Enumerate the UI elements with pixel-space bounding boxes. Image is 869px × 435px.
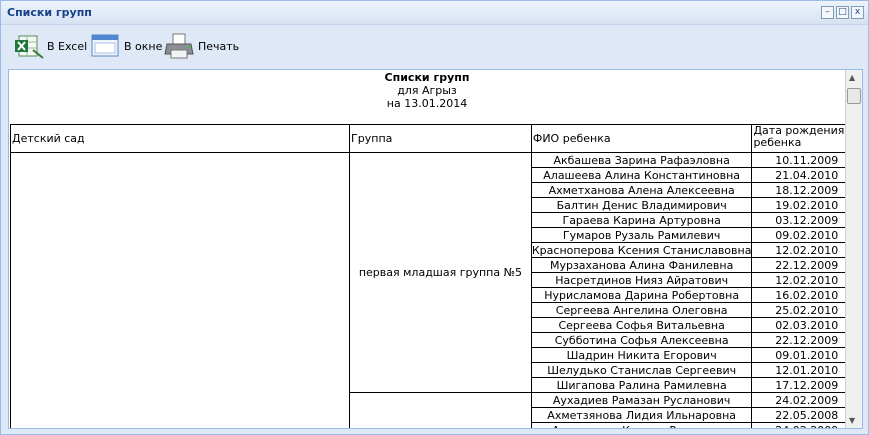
child-name-cell: Гараева Карина Артуровна (530, 212, 753, 228)
scroll-down-arrow-icon[interactable]: ▼ (849, 416, 855, 425)
export-excel-label: В Excel (47, 39, 88, 53)
child-name-cell: Ахметханова Алена Алексеевна (530, 182, 753, 198)
child-name-cell: Насретдинов Нияз Айратович (530, 272, 753, 288)
close-button[interactable]: x (851, 6, 864, 19)
window-title: Списки групп (7, 6, 92, 19)
report-viewport: Списки групп для Агрыз на 13.01.2014 Дет… (8, 69, 863, 429)
toolbar: В Excel В окне Печать (1, 26, 868, 66)
window-icon (90, 32, 122, 60)
child-name-cell: Красноперова Ксения Станиславовна (530, 242, 753, 258)
child-name-cell: Нурисламова Дарина Робертовна (530, 287, 753, 303)
table-body: первая младшая группа №5 Акбашева Зарина … (9, 152, 862, 428)
excel-icon (13, 32, 45, 60)
child-name-cell: Алашеева Алина Константиновна (530, 167, 753, 183)
vertical-scrollbar[interactable]: ▲ ▼ (845, 70, 862, 428)
child-name-cell: Шелудько Станислав Сергеевич (530, 362, 753, 378)
kindergarten-cell (9, 152, 351, 428)
report-title: Списки групп (384, 71, 470, 84)
minimize-button[interactable]: – (821, 6, 834, 19)
child-name-cell: Сергеева Софья Витальевна (530, 317, 753, 333)
report-subtitle: для Агрыз (397, 84, 457, 97)
child-name-cell: Шадрин Никита Егорович (530, 347, 753, 363)
child-name-cell: Мурзаханова Алина Фанилевна (530, 257, 753, 273)
print-label: Печать (198, 39, 240, 53)
groups-list-window: Списки групп – □ x В Excel В окне Печать… (0, 0, 869, 435)
scrollbar-thumb[interactable] (847, 88, 861, 104)
window-controls: – □ x (821, 6, 864, 19)
groups-table: Детский сад Группа ФИО ребенка Дата рожд… (9, 124, 862, 428)
child-name-cell: Ахметзянова Лидия Ильнаровна (530, 407, 753, 423)
child-name-cell: Ахметшина Камила Радиковна (530, 422, 753, 428)
child-name-cell: Балтин Денис Владимирович (530, 197, 753, 213)
open-in-window-button[interactable]: В окне (90, 32, 162, 60)
table-row: первая младшая группа №5 Акбашева Зарина … (9, 152, 862, 428)
scroll-up-arrow-icon[interactable]: ▲ (849, 73, 855, 82)
print-button[interactable]: Печать (164, 32, 239, 60)
column-header-group: Группа (349, 124, 532, 153)
table-header-row: Детский сад Группа ФИО ребенка Дата рожд… (9, 124, 862, 153)
child-name-cell: Акбашева Зарина Рафаэловна (530, 152, 753, 168)
printer-icon (164, 32, 196, 60)
column-header-kindergarten: Детский сад (9, 124, 351, 153)
export-excel-button[interactable]: В Excel (13, 32, 87, 60)
child-name-cell: Гумаров Рузаль Рамилевич (530, 227, 753, 243)
report-date: на 13.01.2014 (386, 97, 468, 110)
child-name-cell: Шигапова Ралина Рамилевна (530, 377, 753, 393)
report-header: Списки групп для Агрыз на 13.01.2014 (9, 70, 845, 110)
window-titlebar[interactable]: Списки групп – □ x (1, 1, 868, 25)
child-name-cell: Сергеева Ангелина Олеговна (530, 302, 753, 318)
group-cell: первая младшая группа №5 (349, 152, 532, 393)
maximize-button[interactable]: □ (836, 6, 849, 19)
child-name-cell: Аухадиев Рамазан Русланович (530, 392, 753, 408)
child-name-cell: Субботина Софья Алексеевна (530, 332, 753, 348)
open-in-window-label: В окне (124, 39, 163, 53)
group-cell (349, 392, 532, 428)
column-header-child-name: ФИО ребенка (530, 124, 753, 153)
